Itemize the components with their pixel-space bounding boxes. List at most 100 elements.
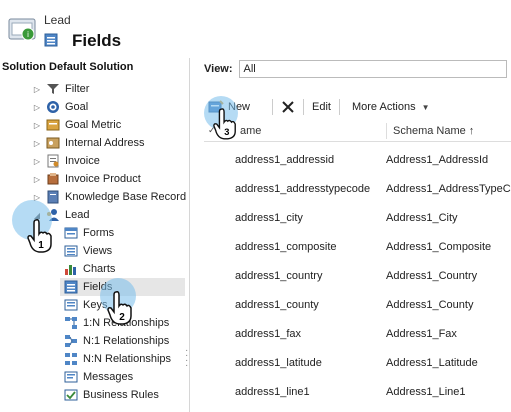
table-row[interactable]: address1_country Address1_Country: [204, 261, 511, 290]
page-header: i Lead Fields: [0, 0, 511, 58]
expand-arrow-icon[interactable]: ▷: [32, 103, 42, 112]
tree-item-label: Views: [83, 245, 113, 257]
column-header-name[interactable]: ame: [240, 125, 261, 137]
goal-metric-icon: [46, 119, 60, 131]
tree-item-label: Goal: [65, 101, 89, 113]
schema-name: Address1_City: [386, 212, 458, 224]
solution-label: Solution Default Solution: [2, 61, 134, 73]
tree-item-label: Messages: [83, 371, 134, 383]
delete-x-icon: [282, 101, 294, 113]
table-row[interactable]: address1_composite Address1_Composite: [204, 232, 511, 261]
table-row[interactable]: address1_city Address1_City: [204, 203, 511, 232]
tree-item-label: N:1 Relationships: [83, 335, 170, 347]
address-icon: [46, 137, 60, 149]
schema-name: Address1_Fax: [386, 328, 457, 340]
field-name: address1_fax: [235, 328, 302, 340]
tree-item-label: Forms: [83, 227, 115, 239]
page-title: Fields: [72, 31, 122, 50]
grid-header: ✓ ame Schema Name ↑: [204, 120, 511, 142]
entity-icon: i: [8, 18, 36, 41]
expand-arrow-icon[interactable]: ▷: [32, 175, 42, 184]
schema-name: Address1_Composite: [386, 241, 492, 253]
field-name: address1_addresstypecode: [235, 183, 371, 195]
splitter-handle[interactable]: · · · ·: [185, 346, 188, 371]
table-row[interactable]: address1_latitude Address1_Latitude: [204, 348, 511, 377]
entity-name: Lead: [44, 13, 71, 27]
field-name: address1_composite: [235, 241, 337, 253]
goal-icon: [47, 101, 59, 113]
tree-item-label: Invoice: [65, 155, 100, 167]
step-number: 2: [119, 312, 125, 323]
schema-name: Address1_County: [386, 299, 474, 311]
field-name: address1_county: [235, 299, 319, 311]
tree-item-invoice-product[interactable]: ▷ Invoice Product: [32, 170, 141, 188]
table-row[interactable]: address1_county Address1_County: [204, 290, 511, 319]
more-actions-label: More Actions: [351, 101, 416, 113]
tree-item-label: Invoice Product: [65, 173, 141, 185]
table-row[interactable]: address1_addresstypecode Address1_Address…: [204, 174, 511, 203]
svg-text:i: i: [27, 30, 29, 39]
tree-item-invoice[interactable]: ▷ Invoice: [32, 152, 100, 170]
tree-item-business-rules[interactable]: Business Rules: [64, 386, 159, 404]
business-rules-icon: [64, 389, 78, 401]
view-select[interactable]: All: [238, 60, 507, 78]
chevron-down-icon: ▼: [421, 102, 430, 112]
schema-name: Address1_Line1: [386, 386, 466, 398]
pointer-hand-icon: 2: [107, 291, 132, 325]
field-name: address1_line1: [235, 386, 310, 398]
knowledge-base-icon: [47, 190, 59, 204]
tree-item-label: Internal Address: [65, 137, 145, 149]
tree-item-messages[interactable]: Messages: [64, 368, 133, 386]
tree-item-label: Business Rules: [83, 389, 159, 401]
tree-item-forms[interactable]: Forms: [64, 224, 114, 242]
tree-item-views[interactable]: Views: [64, 242, 112, 260]
relationship-icon: [65, 335, 77, 347]
tree-item-charts[interactable]: Charts: [64, 260, 115, 278]
tree-item-knowledge-base-record[interactable]: ▷ Knowledge Base Record: [32, 188, 186, 206]
schema-name: Address1_AddressTypeCo: [386, 183, 511, 195]
schema-name: Address1_AddressId: [386, 154, 489, 166]
expand-arrow-icon[interactable]: ▷: [32, 85, 42, 94]
tree-item-label: N:N Relationships: [83, 353, 172, 365]
tree-item-internal-address[interactable]: ▷ Internal Address: [32, 134, 145, 152]
fields-grid: address1_addressid Address1_AddressId add…: [204, 145, 511, 406]
expand-arrow-icon[interactable]: ▷: [32, 121, 42, 130]
fields-icon: [64, 280, 78, 294]
relationship-icon: [65, 353, 77, 365]
pointer-hand-icon: 1: [27, 219, 52, 253]
more-actions-button[interactable]: More Actions ▼: [340, 97, 438, 117]
messages-icon: [64, 371, 78, 383]
views-icon: [64, 245, 78, 257]
field-name: address1_country: [235, 270, 323, 282]
view-label: View:: [204, 63, 233, 75]
tree-item-goal[interactable]: ▷ Goal: [32, 98, 88, 116]
keys-icon: [64, 299, 78, 311]
tree-item-goal-metric[interactable]: ▷ Goal Metric: [32, 116, 121, 134]
tree-item-label: Charts: [83, 263, 116, 275]
forms-icon: [64, 227, 78, 239]
field-name: address1_addressid: [235, 154, 335, 166]
tree-item-nn-relationships[interactable]: N:N Relationships: [64, 350, 171, 368]
tree-item-filter[interactable]: ▷ Filter: [32, 80, 90, 98]
step-number: 1: [38, 240, 44, 251]
delete-button[interactable]: [273, 97, 303, 117]
tree-item-label: Lead: [65, 209, 90, 221]
tree-item-n1-relationships[interactable]: N:1 Relationships: [64, 332, 169, 350]
schema-name: Address1_Country: [386, 270, 478, 282]
edit-button-label: Edit: [312, 101, 331, 113]
fields-icon: [44, 33, 58, 47]
expand-arrow-icon[interactable]: ▷: [32, 157, 42, 166]
select-all-checkbox[interactable]: ✓: [208, 125, 216, 136]
table-row[interactable]: address1_line1 Address1_Line1: [204, 377, 511, 406]
expand-arrow-icon[interactable]: ▷: [32, 139, 42, 148]
filter-icon: [47, 84, 59, 94]
relationship-icon: [65, 317, 77, 329]
field-name: address1_latitude: [235, 357, 322, 369]
tree-item-label: Filter: [65, 83, 90, 95]
invoice-product-icon: [47, 173, 59, 185]
column-header-schema-name[interactable]: Schema Name ↑: [386, 123, 474, 139]
edit-button[interactable]: Edit: [304, 97, 339, 117]
table-row[interactable]: address1_fax Address1_Fax: [204, 319, 511, 348]
table-row[interactable]: address1_addressid Address1_AddressId: [204, 145, 511, 174]
tree-item-label: Knowledge Base Record: [65, 191, 187, 203]
